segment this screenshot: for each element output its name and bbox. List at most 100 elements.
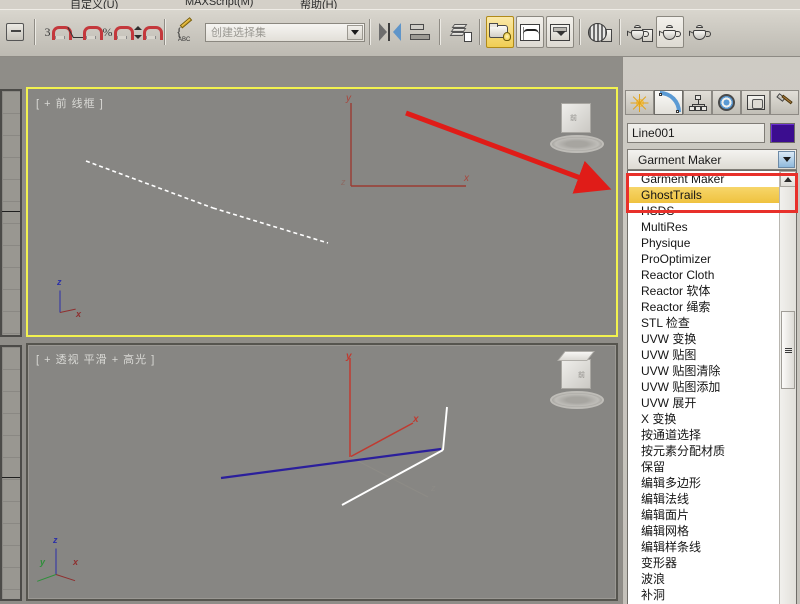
motion-wheel-icon <box>718 94 735 111</box>
modifier-list-item[interactable]: UVW 贴图 <box>628 347 779 363</box>
percent-label: % <box>102 24 113 39</box>
perspective-viewport[interactable]: y x z z y x 前 [+ 透视 平滑 + 高光] <box>26 343 618 601</box>
modifier-list-item[interactable]: Physique <box>628 235 779 251</box>
modifier-dropdown-list[interactable]: Garment Maker GhostTrails HSDS MultiRes Phys… <box>627 170 797 604</box>
align-icon <box>410 24 430 40</box>
modifier-list-item[interactable]: GhostTrails <box>628 187 779 203</box>
teapot-icon <box>689 24 711 40</box>
persp-tripod-y-label: y <box>40 557 46 567</box>
edit-named-selection-sets-button[interactable]: { ABC <box>171 16 199 48</box>
magnet-spinner-icon <box>142 25 163 40</box>
schematic-view-button[interactable] <box>546 16 574 48</box>
quick-render-button[interactable] <box>686 16 714 48</box>
modifier-list-scrollbar[interactable] <box>779 171 796 604</box>
object-name-input[interactable]: Line001 <box>627 123 765 143</box>
left-viewport-top-partial[interactable] <box>0 89 22 337</box>
named-selection-set-input[interactable]: 创建选择集 <box>205 22 365 42</box>
modifier-list-item[interactable]: Garment Maker <box>628 171 779 187</box>
curve-editor-button[interactable] <box>516 16 544 48</box>
modifier-list-item[interactable]: 编辑多边形 <box>628 475 779 491</box>
viewcube-cube-icon[interactable]: 前 <box>557 351 595 389</box>
modifier-list-item[interactable]: 保留 <box>628 459 779 475</box>
modifier-list-item[interactable]: ProOptimizer <box>628 251 779 267</box>
scrollbar-thumb[interactable] <box>781 311 795 389</box>
front-viewport-label: [ + 前 线框 ] <box>36 98 104 110</box>
hierarchy-tab[interactable] <box>683 90 712 115</box>
teapot-framed-icon <box>659 24 681 40</box>
align-button[interactable] <box>406 16 434 48</box>
render-setup-button[interactable] <box>586 16 614 48</box>
toolbar-separator <box>479 19 481 45</box>
modifier-list-item[interactable]: 编辑网格 <box>628 523 779 539</box>
motion-tab[interactable] <box>712 90 741 115</box>
snaps-toggle-button[interactable]: 3 <box>41 16 72 48</box>
material-editor-button[interactable] <box>486 16 514 48</box>
modifier-dropdown-items: Garment Maker GhostTrails HSDS MultiRes Phys… <box>628 171 779 604</box>
percent-snap-toggle-button[interactable]: % <box>101 16 134 48</box>
display-tab[interactable] <box>741 90 770 115</box>
modifier-list-item[interactable]: UVW 展开 <box>628 395 779 411</box>
modifier-list-item[interactable]: 变形器 <box>628 555 779 571</box>
modifier-list-item[interactable]: 编辑法线 <box>628 491 779 507</box>
layer-manager-button[interactable] <box>446 16 474 48</box>
modifier-list-item[interactable]: X 变换 <box>628 411 779 427</box>
sun-icon <box>630 93 649 112</box>
viewcube-cube-icon[interactable]: 前 <box>561 103 591 133</box>
menu-bar: 自定义(U) MAXScript(M) 帮助(H) <box>0 0 800 9</box>
named-selection-set-dropdown-button[interactable] <box>347 24 363 40</box>
persp-viewcube-label: 前 <box>578 372 585 379</box>
render-frame-window-button[interactable] <box>626 16 654 48</box>
front-viewport[interactable]: y x z z x 前 [ + 前 线框 ] <box>26 87 618 337</box>
spinner-snap-toggle-button[interactable] <box>131 16 163 48</box>
modify-tab[interactable] <box>654 90 683 115</box>
front-axis-y-label: y <box>346 93 351 104</box>
modifier-list-item[interactable]: UVW 贴图添加 <box>628 379 779 395</box>
undo-button[interactable] <box>1 16 29 48</box>
persp-axis-z-label: z <box>431 483 436 493</box>
modifier-list-combo[interactable]: Garment Maker <box>627 149 797 170</box>
modifier-list-item[interactable]: Reactor Cloth <box>628 267 779 283</box>
angle-snap-toggle-button[interactable] <box>71 16 103 48</box>
viewcube-ring-icon[interactable] <box>550 135 604 153</box>
modifier-list-item[interactable]: HSDS <box>628 203 779 219</box>
modifier-list-item[interactable]: Reactor 软体 <box>628 283 779 299</box>
modifier-list-item[interactable]: 波浪 <box>628 571 779 587</box>
create-tab[interactable] <box>625 90 654 115</box>
modifier-list-item[interactable]: MultiRes <box>628 219 779 235</box>
modifier-list-item[interactable]: 编辑面片 <box>628 507 779 523</box>
modifier-list-item[interactable]: 按元素分配材质 <box>628 443 779 459</box>
modifier-list-item[interactable]: 补洞 <box>628 587 779 603</box>
front-viewport-scene <box>85 103 466 244</box>
left-viewport-bottom-partial[interactable] <box>0 345 22 601</box>
object-color-swatch[interactable] <box>770 123 795 143</box>
viewcube-ring-icon[interactable] <box>550 391 604 409</box>
toolbar-separator <box>439 19 441 45</box>
modifier-list-item[interactable]: Reactor 绳索 <box>628 299 779 315</box>
teapot-page-icon <box>626 24 649 40</box>
menu-item-help[interactable]: 帮助(H) <box>300 0 337 9</box>
modifier-list-item[interactable]: UVW 贴图清除 <box>628 363 779 379</box>
main-toolbar: 3 % { ABC 创建选择集 <box>0 9 800 57</box>
chevron-down-icon <box>782 157 791 162</box>
modifier-list-item[interactable]: STL 检查 <box>628 315 779 331</box>
menu-item-customize[interactable]: 自定义(U) <box>70 0 118 9</box>
perspective-viewcube[interactable]: 前 <box>548 351 606 411</box>
menu-item-maxscript[interactable]: MAXScript(M) <box>185 0 253 8</box>
folder-bulb-icon <box>489 23 511 41</box>
front-viewcube[interactable]: 前 <box>548 101 606 155</box>
mirror-button[interactable] <box>376 16 404 48</box>
utilities-tab[interactable] <box>770 90 799 115</box>
toolbar-separator <box>164 19 166 45</box>
perspective-axis-tripod: z y x <box>37 535 86 582</box>
render-production-button[interactable] <box>656 16 684 48</box>
modifier-list-dropdown-button[interactable] <box>778 151 795 168</box>
schematic-view-icon <box>550 23 570 41</box>
persp-tripod-z-label: z <box>53 535 58 545</box>
magnet-3-icon <box>51 25 72 40</box>
modifier-list-item[interactable]: 编辑样条线 <box>628 539 779 555</box>
modifier-list-item[interactable]: 按通道选择 <box>628 427 779 443</box>
scroll-up-button[interactable] <box>780 171 796 187</box>
globe-render-icon <box>588 22 607 42</box>
modifier-list-item[interactable]: UVW 变换 <box>628 331 779 347</box>
hierarchy-icon <box>688 94 707 111</box>
